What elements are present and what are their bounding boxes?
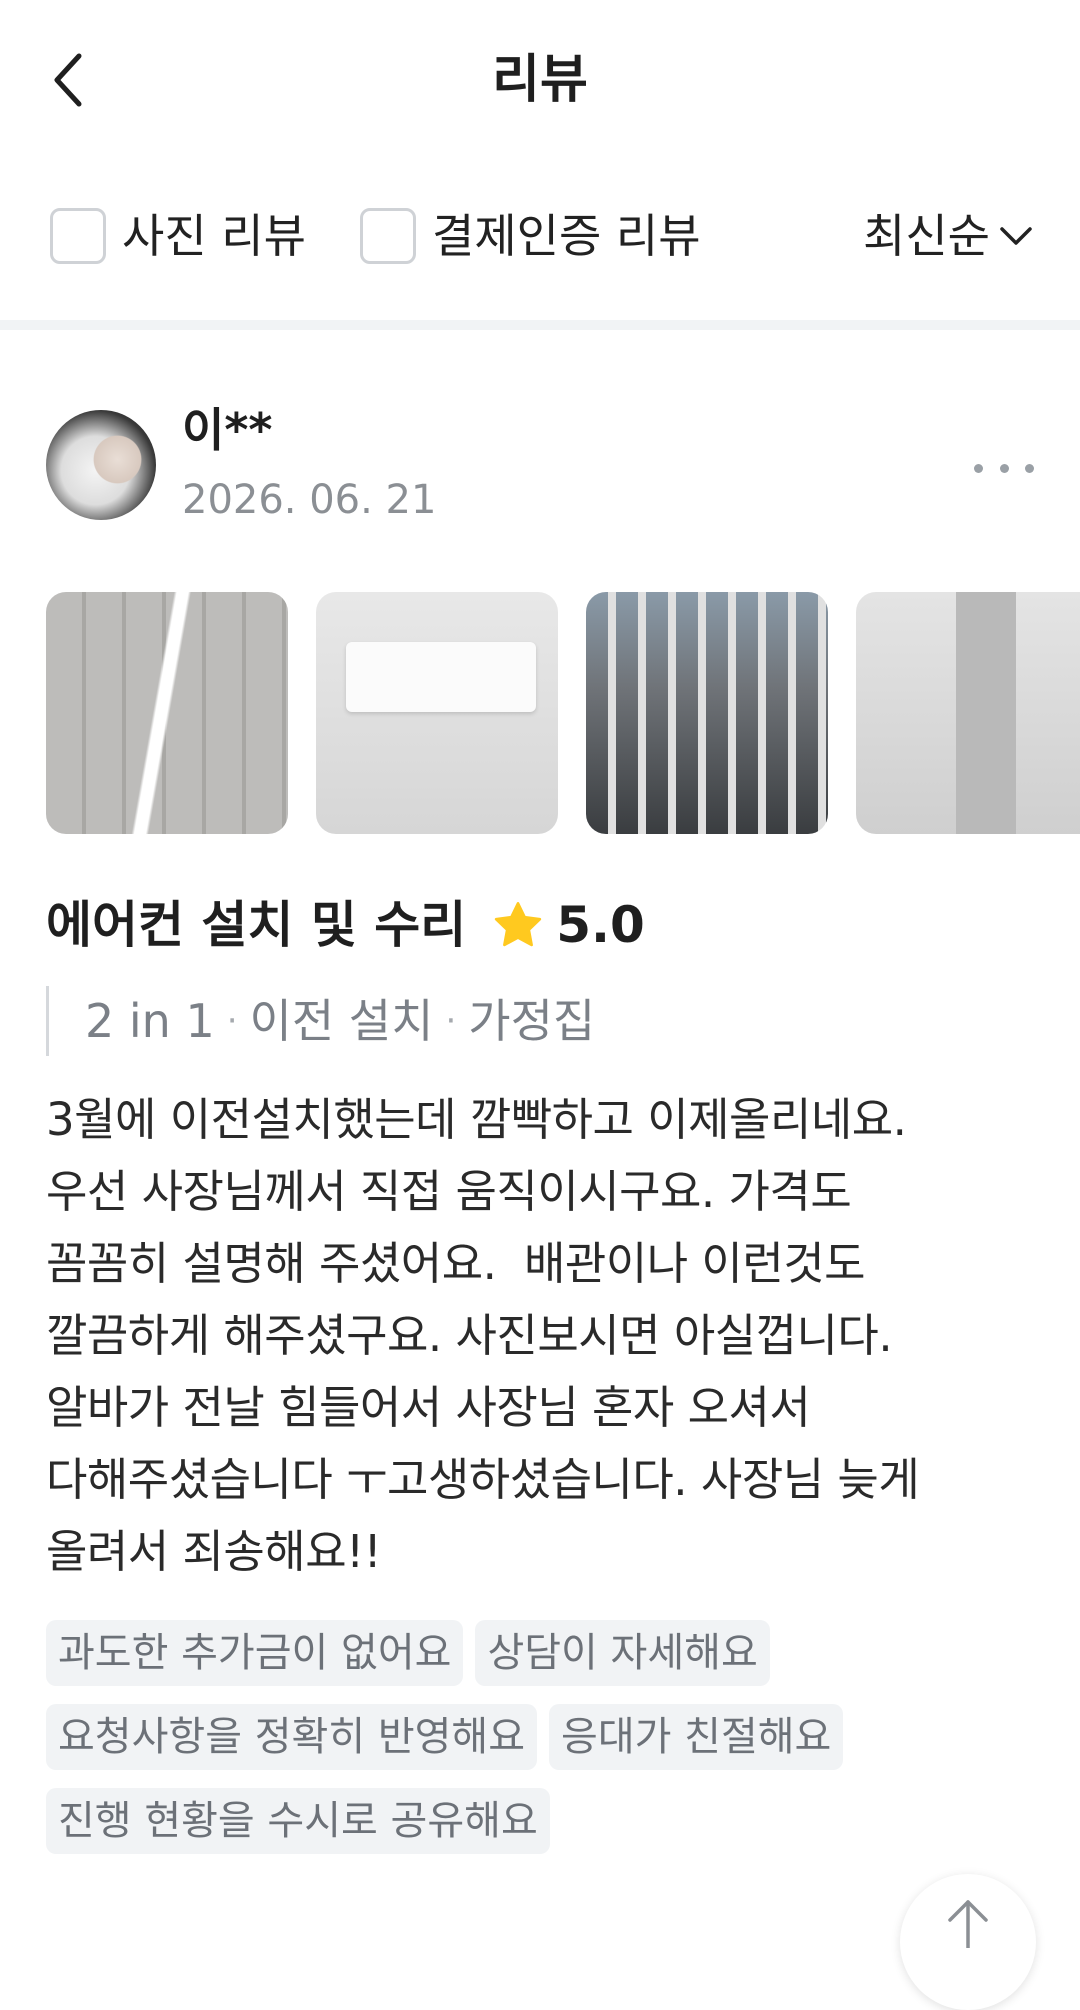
- review-photo-4[interactable]: [856, 592, 1080, 834]
- review-tags: 과도한 추가금이 없어요 상담이 자세해요 요청사항을 정확히 반영해요 응대가…: [46, 1620, 1036, 1872]
- ac-unit-image: [346, 642, 536, 712]
- review-tag: 상담이 자세해요: [475, 1620, 770, 1686]
- review-photo-2[interactable]: [316, 592, 558, 834]
- option-separator: ·: [226, 1001, 238, 1041]
- review-tag: 진행 현황을 수시로 공유해요: [46, 1788, 550, 1854]
- review-photo-1[interactable]: [46, 592, 288, 834]
- tag-row: 과도한 추가금이 없어요 상담이 자세해요: [46, 1620, 1036, 1686]
- photo-review-label: 사진 리뷰: [122, 209, 306, 263]
- payment-review-checkbox[interactable]: [360, 208, 416, 264]
- more-dot: [999, 463, 1009, 473]
- review-text: 3월에 이전설치했는데 깜빡하고 이제올리네요. 우선 사장님께서 직접 움직이…: [46, 1093, 920, 1578]
- option-item: 가정집: [468, 994, 596, 1048]
- more-horizontal-icon: [974, 463, 983, 473]
- scroll-to-top-button[interactable]: [900, 1874, 1036, 2010]
- avatar[interactable]: [46, 410, 156, 520]
- rating-value: 5.0: [556, 896, 645, 954]
- service-title: 에어컨 설치 및 수리: [46, 896, 467, 954]
- photo-review-checkbox[interactable]: [50, 208, 106, 264]
- page-title: 리뷰: [492, 50, 588, 110]
- service-title-row: 에어컨 설치 및 수리 5.0: [46, 890, 645, 960]
- review-tag: 과도한 추가금이 없어요: [46, 1620, 464, 1686]
- review-tag: 응대가 친절해요: [549, 1704, 844, 1770]
- section-divider: [0, 320, 1080, 330]
- author-name: 이**: [182, 403, 273, 457]
- review-date: 2026. 06. 21: [182, 477, 437, 523]
- chevron-down-icon: [1000, 227, 1032, 245]
- tag-row: 요청사항을 정확히 반영해요 응대가 친절해요: [46, 1704, 1036, 1770]
- review-tag: 요청사항을 정확히 반영해요: [46, 1704, 538, 1770]
- arrow-up-icon: [948, 1900, 988, 1948]
- option-separator: ·: [445, 1001, 457, 1041]
- payment-review-filter[interactable]: 결제인증 리뷰: [360, 206, 701, 266]
- more-dot: [1025, 463, 1034, 473]
- photo-review-filter[interactable]: 사진 리뷰: [50, 206, 306, 266]
- option-item: 이전 설치: [249, 994, 434, 1048]
- review-photo-3[interactable]: [586, 592, 828, 834]
- filter-bar: 사진 리뷰 결제인증 리뷰 최신순: [0, 180, 1080, 298]
- tag-row: 진행 현황을 수시로 공유해요: [46, 1788, 1036, 1854]
- option-item: 2 in 1: [85, 994, 215, 1048]
- app-header: 리뷰: [0, 0, 1080, 160]
- service-options: 2 in 1 · 이전 설치 · 가정집: [46, 986, 595, 1056]
- sort-label: 최신순: [863, 209, 990, 263]
- payment-review-label: 결제인증 리뷰: [432, 209, 701, 263]
- more-options-button[interactable]: [974, 454, 1034, 482]
- star-icon: [492, 900, 544, 950]
- sort-dropdown[interactable]: 최신순: [863, 206, 1034, 266]
